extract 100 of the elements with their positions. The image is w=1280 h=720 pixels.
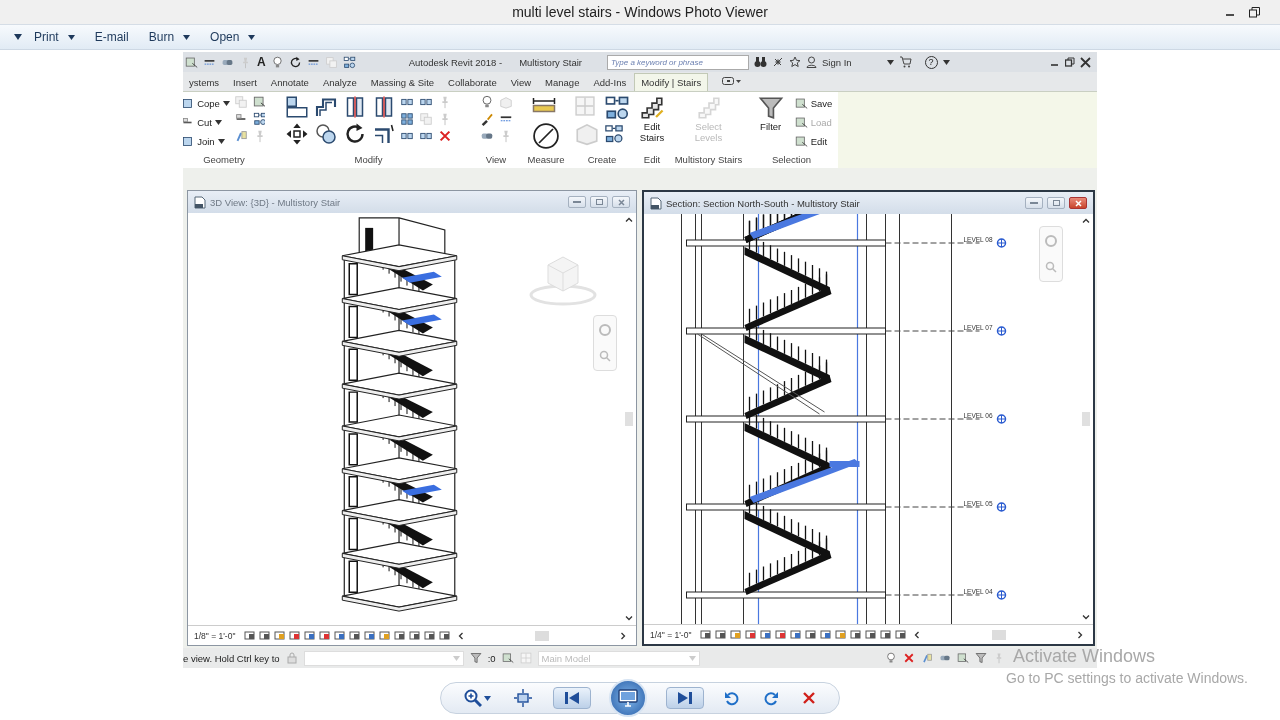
view-scale[interactable]: 1/8" = 1'-0" <box>194 630 236 641</box>
components-icon[interactable] <box>342 55 356 69</box>
user-icon[interactable] <box>806 56 817 68</box>
lightbulb-icon[interactable] <box>479 95 494 109</box>
delete-icon[interactable] <box>903 652 915 664</box>
scroll-right-icon[interactable] <box>1078 630 1083 639</box>
close-button[interactable] <box>612 196 630 208</box>
actual-size-button[interactable] <box>511 687 534 709</box>
ribbon-tab[interactable]: Analyze <box>316 74 363 91</box>
ribbon-tab[interactable]: Annotate <box>264 74 315 91</box>
move-icon[interactable] <box>285 122 309 146</box>
ribbon-tab[interactable]: ystems <box>183 74 226 91</box>
paintbrush-icon[interactable] <box>479 112 494 126</box>
ribbon-tab[interactable]: Collaborate <box>442 74 503 91</box>
trim-icon[interactable] <box>372 122 396 146</box>
level-marker-icon[interactable] <box>996 590 1007 600</box>
level-marker-icon[interactable] <box>996 238 1007 248</box>
previous-button[interactable] <box>552 687 591 709</box>
scrollbar-thumb[interactable] <box>625 412 633 426</box>
filter-icon[interactable] <box>975 652 987 664</box>
star-icon[interactable] <box>789 56 801 68</box>
view-control-icon[interactable] <box>880 629 893 640</box>
view-control-icon[interactable] <box>805 629 818 640</box>
level-marker-icon[interactable] <box>996 414 1007 424</box>
ribbon-tab[interactable]: Modify | Stairs <box>634 73 709 91</box>
paint-icon[interactable] <box>921 652 933 664</box>
lightbulb-icon[interactable] <box>270 55 284 69</box>
slideshow-button[interactable] <box>609 679 648 717</box>
ribbon-tool[interactable]: Cut <box>183 114 230 130</box>
scrollbar-thumb[interactable] <box>1082 412 1090 426</box>
ribbon-tab[interactable]: Insert <box>227 74 263 91</box>
view-control-icon[interactable] <box>334 630 347 641</box>
ribbon-tab[interactable]: Manage <box>539 74 586 91</box>
ribbon-tab[interactable]: Massing & Site <box>364 74 441 91</box>
view-control-icon[interactable] <box>304 630 317 641</box>
ribbon-tab[interactable]: Add-Ins <box>587 74 633 91</box>
selection-icon[interactable] <box>957 652 969 664</box>
text-tool-button[interactable]: A <box>257 55 266 69</box>
rotate-icon[interactable] <box>288 55 302 69</box>
maximize-button[interactable] <box>1047 197 1065 209</box>
offset-icon[interactable] <box>314 95 338 119</box>
scroll-left-icon[interactable] <box>458 631 464 640</box>
scroll-up-icon[interactable] <box>625 217 633 222</box>
menu-item[interactable]: Open <box>202 27 264 47</box>
sign-in-link[interactable]: Sign In <box>822 56 852 68</box>
array-icon[interactable] <box>400 112 414 126</box>
scrollbar-thumb[interactable] <box>991 629 1006 640</box>
view-control-icon[interactable] <box>895 629 908 640</box>
view-control-icon[interactable] <box>850 629 863 640</box>
scroll-left-icon[interactable] <box>914 630 920 639</box>
restore-icon[interactable] <box>1249 6 1260 18</box>
menu-item[interactable]: Print <box>26 27 83 47</box>
view-control-icon[interactable] <box>820 629 833 640</box>
close-button[interactable] <box>1069 197 1087 209</box>
components-icon[interactable] <box>604 95 630 121</box>
view-control-icon[interactable] <box>775 629 788 640</box>
ribbon-tool[interactable]: Cope <box>183 95 230 111</box>
view-control-icon[interactable] <box>745 629 758 640</box>
view-control-icon[interactable] <box>760 629 773 640</box>
view-control-icon[interactable] <box>700 629 713 640</box>
view-control-icon[interactable] <box>244 630 257 641</box>
selection-icon[interactable] <box>252 95 267 109</box>
minimize-button[interactable] <box>1025 197 1043 209</box>
view-control-icon[interactable] <box>319 630 332 641</box>
zoom-button[interactable] <box>462 687 494 709</box>
menu-item[interactable]: E-mail <box>86 27 137 47</box>
view-control-icon[interactable] <box>409 630 422 641</box>
restore-icon[interactable] <box>1065 57 1075 67</box>
view-control-icon[interactable] <box>394 630 407 641</box>
delete-icon[interactable] <box>438 129 452 143</box>
ribbon-tab[interactable]: View <box>504 74 538 91</box>
menu-item[interactable]: Burn <box>140 27 199 47</box>
search-field[interactable]: Type a keyword or phrase <box>607 54 749 70</box>
view-control-icon[interactable] <box>865 629 878 640</box>
caret-icon[interactable] <box>14 34 22 40</box>
scroll-down-icon[interactable] <box>625 616 633 621</box>
filter-icon[interactable] <box>469 652 482 664</box>
minimize-button[interactable] <box>568 196 586 208</box>
view-control-icon[interactable] <box>259 630 272 641</box>
view-control-icon[interactable] <box>289 630 302 641</box>
maximize-button[interactable] <box>590 196 608 208</box>
ribbon-tool[interactable]: Edit <box>794 133 833 149</box>
view-control-icon[interactable] <box>715 629 728 640</box>
scroll-right-icon[interactable] <box>621 631 626 640</box>
close-icon[interactable] <box>1080 56 1091 68</box>
view-control-icon[interactable] <box>790 629 803 640</box>
measure-icon[interactable] <box>532 122 560 150</box>
scroll-down-icon[interactable] <box>1082 615 1090 620</box>
lightbulb-icon[interactable] <box>885 652 897 664</box>
view-control-icon[interactable] <box>424 630 437 641</box>
next-button[interactable] <box>665 687 704 709</box>
selection-icon[interactable] <box>501 652 514 664</box>
level-marker-icon[interactable] <box>996 326 1007 336</box>
view-control-icon[interactable] <box>349 630 362 641</box>
scrollbar-thumb[interactable] <box>535 630 550 641</box>
align-icon[interactable] <box>285 95 309 119</box>
ribbon-tool[interactable]: Filter <box>750 95 791 132</box>
cart-icon[interactable] <box>898 56 912 68</box>
rotate-icon[interactable] <box>343 122 367 146</box>
binoculars-icon[interactable] <box>754 56 767 68</box>
